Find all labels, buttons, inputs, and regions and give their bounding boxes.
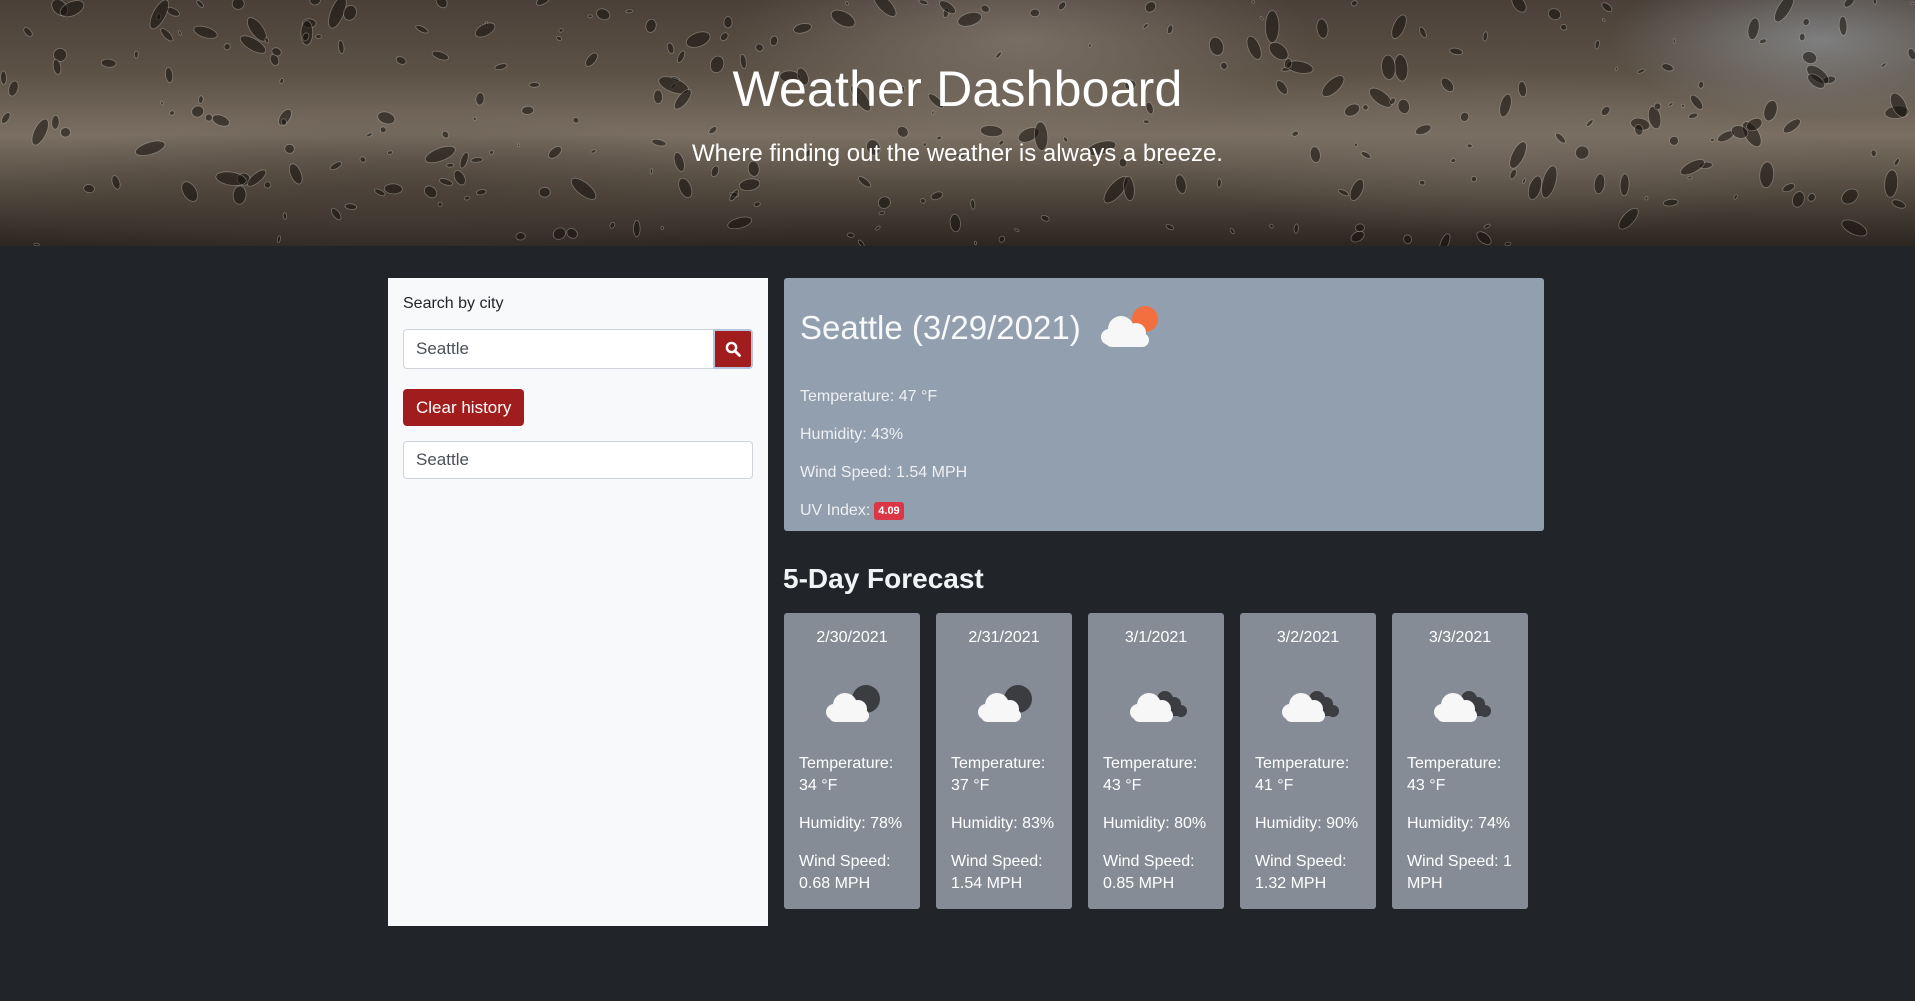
clouds-icon bbox=[1130, 691, 1187, 722]
cloud-moon-icon bbox=[978, 685, 1032, 722]
uv-badge: 4.09 bbox=[874, 501, 904, 520]
forecast-card: 2/30/2021 Temperature: 34 °F Humidity: 7… bbox=[784, 613, 920, 909]
hero-banner: Weather Dashboard Where finding out the … bbox=[0, 0, 1915, 246]
forecast-cards: 2/30/2021 Temperature: 34 °F Humidity: 7… bbox=[784, 613, 1528, 909]
forecast-temperature: Temperature: 41 °F bbox=[1255, 755, 1350, 794]
current-temperature: Temperature: 47 °F bbox=[800, 388, 938, 405]
forecast-card: 2/31/2021 Temperature: 37 °F Humidity: 8… bbox=[936, 613, 1072, 909]
forecast-date: 3/1/2021 bbox=[1124, 629, 1188, 646]
forecast-temperature: Temperature: 34 °F bbox=[799, 755, 894, 794]
clear-history-button[interactable]: Clear history bbox=[403, 389, 525, 426]
search-sidebar: Search by city Clear history Seattle bbox=[388, 278, 768, 926]
forecast-humidity: Humidity: 90% bbox=[1255, 815, 1359, 832]
forecast-wind-speed: Wind Speed: 1.32 MPH bbox=[1255, 853, 1347, 892]
forecast-temperature: Temperature: 43 °F bbox=[1407, 755, 1502, 794]
current-city-title: Seattle (3/29/2021) bbox=[800, 309, 1081, 346]
forecast-humidity: Humidity: 74% bbox=[1407, 815, 1511, 832]
search-icon bbox=[725, 341, 741, 357]
search-label: Search by city bbox=[403, 295, 504, 312]
search-row bbox=[403, 329, 753, 369]
forecast-date: 2/30/2021 bbox=[816, 629, 888, 646]
current-weather-panel: Seattle (3/29/2021) Temperature: 47 °F H… bbox=[784, 278, 1544, 531]
clouds-icon bbox=[1434, 691, 1491, 722]
forecast-card: 3/3/2021 Temperature: 43 °F Humidity: 74… bbox=[1392, 613, 1528, 909]
search-button[interactable] bbox=[713, 329, 753, 369]
page-title: Weather Dashboard bbox=[732, 61, 1183, 117]
cloud-moon-icon bbox=[826, 685, 880, 722]
current-humidity: Humidity: 43% bbox=[800, 426, 904, 443]
forecast-card: 3/2/2021 Temperature: 41 °F Humidity: 90… bbox=[1240, 613, 1376, 909]
forecast-date: 3/2/2021 bbox=[1276, 629, 1340, 646]
forecast-temperature: Temperature: 43 °F bbox=[1103, 755, 1198, 794]
forecast-temperature: Temperature: 37 °F bbox=[951, 755, 1046, 794]
forecast-humidity: Humidity: 80% bbox=[1103, 815, 1207, 832]
forecast-date: 3/3/2021 bbox=[1428, 629, 1492, 646]
forecast-card: 3/1/2021 Temperature: 43 °F Humidity: 80… bbox=[1088, 613, 1224, 909]
history-item[interactable]: Seattle bbox=[403, 441, 753, 479]
forecast-date: 2/31/2021 bbox=[968, 629, 1040, 646]
forecast-humidity: Humidity: 78% bbox=[799, 815, 903, 832]
current-uv-row: UV Index: 4.09 bbox=[800, 492, 1528, 530]
forecast-wind-speed: Wind Speed: 0.68 MPH bbox=[799, 853, 891, 892]
forecast-humidity: Humidity: 83% bbox=[951, 815, 1055, 832]
raindrops-background bbox=[0, 0, 1915, 246]
forecast-title: 5-Day Forecast bbox=[783, 563, 984, 594]
uv-label: UV Index: bbox=[800, 502, 871, 519]
forecast-wind-speed: Wind Speed: 0.85 MPH bbox=[1103, 853, 1195, 892]
page-subtitle: Where finding out the weather is always … bbox=[692, 140, 1223, 167]
search-input[interactable] bbox=[403, 329, 713, 369]
current-wind-speed: Wind Speed: 1.54 MPH bbox=[800, 464, 968, 481]
current-header: Seattle (3/29/2021) bbox=[800, 278, 1528, 378]
forecast-wind-speed: Wind Speed: 1 MPH bbox=[1407, 853, 1512, 892]
clouds-icon bbox=[1282, 691, 1339, 722]
forecast-wind-speed: Wind Speed: 1.54 MPH bbox=[951, 853, 1043, 892]
cloud-sun-icon bbox=[1100, 306, 1158, 347]
